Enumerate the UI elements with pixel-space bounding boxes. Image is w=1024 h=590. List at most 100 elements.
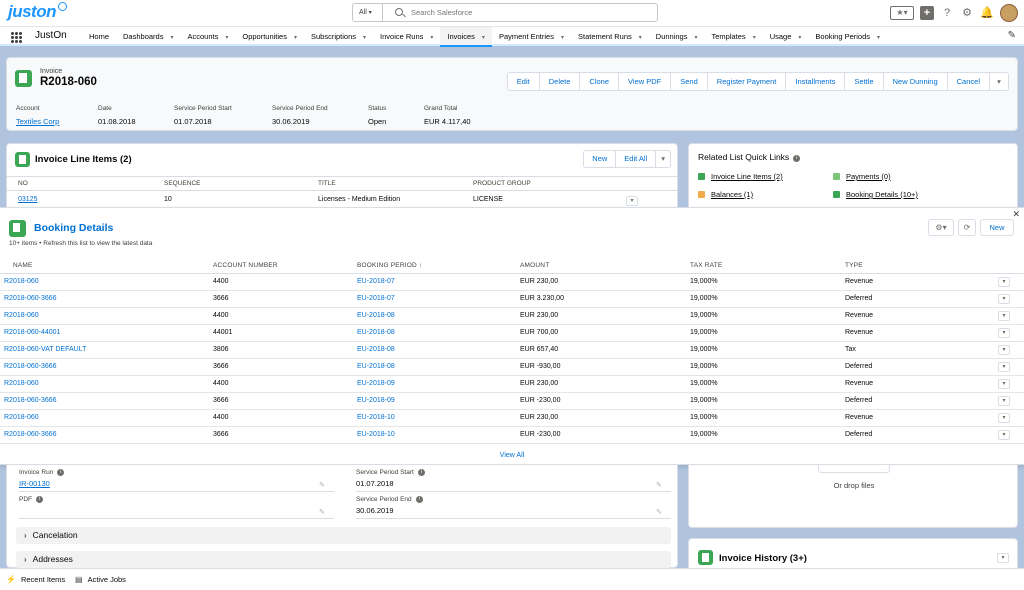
installments-button[interactable]: Installments <box>786 73 846 90</box>
chevron-down-icon[interactable]: ▾ <box>753 35 756 41</box>
juston-logo[interactable]: juston <box>8 2 57 22</box>
highlight-value[interactable]: Textiles Corp <box>16 117 59 126</box>
name-link[interactable]: R2018-060 <box>4 312 39 319</box>
user-avatar[interactable] <box>1000 4 1018 22</box>
quick-link-payments[interactable]: Payments (0) <box>833 172 891 181</box>
chevron-down-icon[interactable]: ▾ <box>294 35 297 41</box>
chevron-down-icon[interactable]: ▾ <box>363 35 366 41</box>
row-actions-menu[interactable]: ▾ <box>998 396 1010 406</box>
edit-pencil-icon[interactable]: ✎ <box>656 481 662 489</box>
line-items-menu-button[interactable]: ▾ <box>656 151 670 167</box>
info-icon[interactable]: i <box>793 155 801 162</box>
active-jobs-button[interactable]: ▤ Active Jobs <box>75 575 126 584</box>
nav-item-usage[interactable]: Usage ▾ <box>763 27 809 47</box>
recent-items-button[interactable]: ⚡ Recent Items <box>6 575 65 584</box>
addresses-section[interactable]: › Addresses <box>16 551 671 568</box>
booking-period-link[interactable]: EU-2018-09 <box>357 397 395 404</box>
refresh-icon[interactable]: ⟳ <box>958 219 976 236</box>
col-no[interactable]: NO <box>18 180 28 187</box>
nav-item-home[interactable]: Home <box>82 27 116 47</box>
booking-period-link[interactable]: EU-2018-08 <box>357 329 395 336</box>
nav-item-statement-runs[interactable]: Statement Runs ▾ <box>571 27 649 47</box>
favorites-button[interactable]: ★▾ <box>890 6 914 20</box>
global-actions-icon[interactable]: + <box>920 6 934 20</box>
invoice-run-link[interactable]: IR-00130 <box>19 479 64 488</box>
edit-button[interactable]: Edit <box>508 73 540 90</box>
nav-item-opportunities[interactable]: Opportunities ▾ <box>235 27 304 47</box>
col-title[interactable]: TITLE <box>318 180 336 187</box>
col-type[interactable]: TYPE <box>845 262 863 269</box>
row-actions-menu[interactable]: ▾ <box>998 413 1010 423</box>
new-booking-detail-button[interactable]: New <box>980 219 1014 236</box>
nav-item-dunnings[interactable]: Dunnings ▾ <box>649 27 705 47</box>
send-button[interactable]: Send <box>671 73 708 90</box>
name-link[interactable]: R2018-060-3666 <box>4 431 57 438</box>
list-settings-gear-icon[interactable]: ⚙▾ <box>928 219 954 236</box>
nav-item-payment-entries[interactable]: Payment Entries ▾ <box>492 27 571 47</box>
booking-period-link[interactable]: EU-2018-10 <box>357 431 395 438</box>
info-icon[interactable]: i <box>57 469 65 476</box>
delete-button[interactable]: Delete <box>540 73 581 90</box>
booking-details-title[interactable]: Booking Details <box>34 222 113 234</box>
quick-link-booking-details[interactable]: Booking Details (10+) <box>833 190 918 199</box>
chevron-down-icon[interactable]: ▾ <box>694 35 697 41</box>
nav-item-dashboards[interactable]: Dashboards ▾ <box>116 27 180 47</box>
search-scope-select[interactable]: All ▾ <box>353 4 383 21</box>
col-account-number[interactable]: ACCOUNT NUMBER <box>213 262 278 269</box>
chevron-down-icon[interactable]: ▾ <box>482 35 485 41</box>
row-actions-menu[interactable]: ▾ <box>998 294 1010 304</box>
new-dunning-button[interactable]: New Dunning <box>884 73 948 90</box>
chevron-down-icon[interactable]: ▾ <box>639 35 642 41</box>
edit-pencil-icon[interactable]: ✎ <box>656 508 662 516</box>
booking-period-link[interactable]: EU-2018-07 <box>357 278 395 285</box>
invoice-line-items-title[interactable]: Invoice Line Items (2) <box>35 154 132 165</box>
nav-item-invoices[interactable]: Invoices ▾ <box>440 27 492 47</box>
chevron-down-icon[interactable]: ▾ <box>561 35 564 41</box>
nav-item-templates[interactable]: Templates ▾ <box>705 27 763 47</box>
name-link[interactable]: R2018-060-3666 <box>4 397 57 404</box>
col-tax-rate[interactable]: TAX RATE <box>690 262 722 269</box>
more-actions-button[interactable]: ▾ <box>990 73 1008 90</box>
name-link[interactable]: R2018-060 <box>4 414 39 421</box>
booking-period-link[interactable]: EU-2018-08 <box>357 363 395 370</box>
col-name[interactable]: NAME <box>13 262 33 269</box>
chevron-down-icon[interactable]: ▾ <box>170 35 173 41</box>
nav-item-subscriptions[interactable]: Subscriptions ▾ <box>304 27 373 47</box>
info-icon[interactable]: i <box>415 496 423 503</box>
booking-period-link[interactable]: EU-2018-09 <box>357 380 395 387</box>
name-link[interactable]: R2018-060 <box>4 278 39 285</box>
nav-item-accounts[interactable]: Accounts ▾ <box>180 27 235 47</box>
col-booking-period[interactable]: BOOKING PERIOD ↑ <box>357 262 422 269</box>
register-payment-button[interactable]: Register Payment <box>708 73 787 90</box>
edit-pencil-icon[interactable]: ✎ <box>319 481 325 489</box>
new-line-item-button[interactable]: New <box>584 151 617 167</box>
row-actions-menu[interactable]: ▾ <box>998 430 1010 440</box>
cancelation-section[interactable]: › Cancelation <box>16 527 671 544</box>
row-actions-menu[interactable]: ▾ <box>998 328 1010 338</box>
row-actions-menu[interactable]: ▾ <box>998 362 1010 372</box>
clone-button[interactable]: Clone <box>580 73 620 90</box>
setup-gear-icon[interactable]: ⚙ <box>960 6 974 20</box>
booking-period-link[interactable]: EU-2018-10 <box>357 414 395 421</box>
info-icon[interactable]: i <box>36 496 43 503</box>
booking-period-link[interactable]: EU-2018-07 <box>357 295 395 302</box>
row-actions-menu[interactable]: ▾ <box>998 379 1010 389</box>
notifications-bell-icon[interactable]: 🔔 <box>980 6 994 20</box>
col-sequence[interactable]: SEQUENCE <box>164 180 200 187</box>
edit-all-button[interactable]: Edit All <box>616 151 657 167</box>
chevron-down-icon[interactable]: ▾ <box>430 35 433 41</box>
cancel-button[interactable]: Cancel <box>948 73 990 90</box>
row-actions-menu[interactable]: ▾ <box>998 311 1010 321</box>
invoice-history-title[interactable]: Invoice History (3+) <box>719 553 807 564</box>
search-input[interactable] <box>411 6 651 19</box>
chevron-down-icon[interactable]: ▾ <box>877 35 880 41</box>
settle-button[interactable]: Settle <box>845 73 884 90</box>
name-link[interactable]: R2018-060-VAT DEFAULT <box>4 346 86 353</box>
view-pdf-button[interactable]: View PDF <box>619 73 672 90</box>
history-menu-button[interactable]: ▾ <box>997 553 1009 563</box>
name-link[interactable]: R2018-060 <box>4 380 39 387</box>
info-icon[interactable]: i <box>417 469 425 476</box>
row-actions-menu[interactable]: ▾ <box>626 196 638 206</box>
col-amount[interactable]: AMOUNT <box>520 262 549 269</box>
booking-period-link[interactable]: EU-2018-08 <box>357 312 395 319</box>
